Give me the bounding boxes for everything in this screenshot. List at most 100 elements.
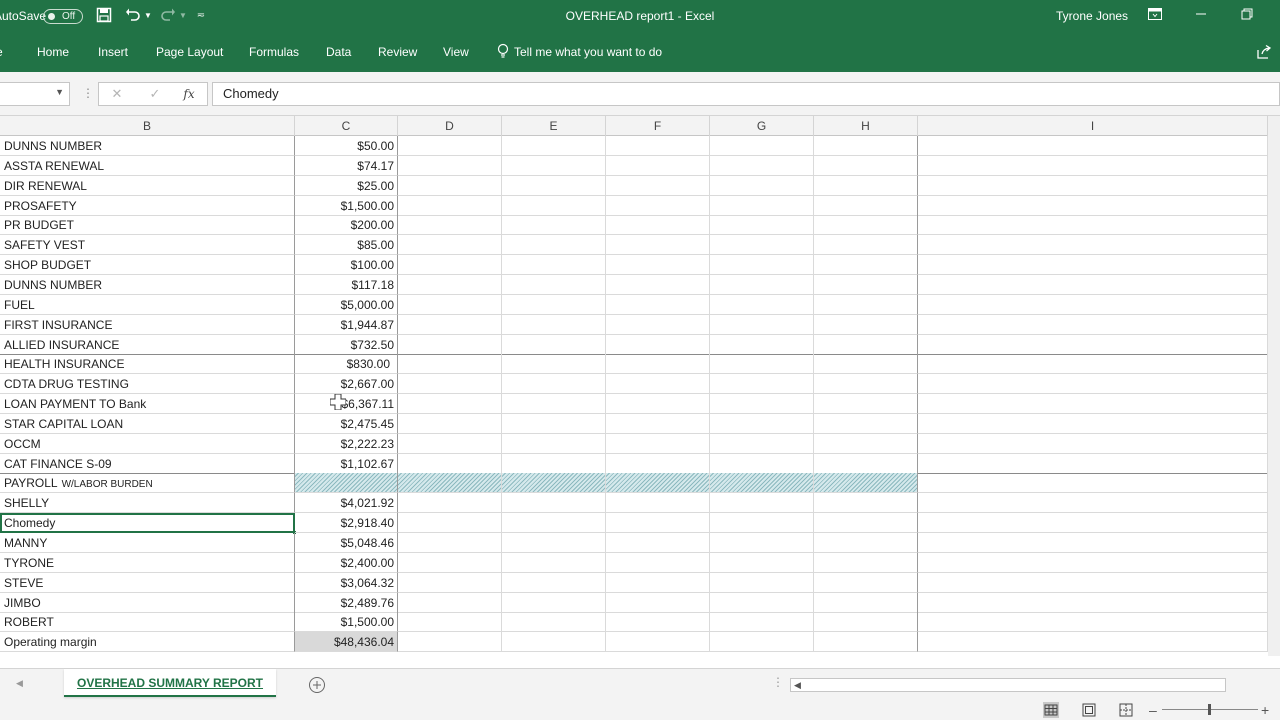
cell-empty[interactable] — [606, 294, 710, 315]
cell-empty[interactable] — [918, 394, 1268, 415]
cell-empty[interactable] — [502, 533, 606, 553]
cell-empty[interactable] — [606, 493, 710, 514]
user-name[interactable]: Tyrone Jones — [1056, 0, 1128, 32]
cell-empty[interactable] — [606, 473, 710, 494]
cell-label[interactable]: DIR RENEWAL — [0, 175, 295, 196]
cell-empty[interactable] — [814, 612, 918, 633]
cell-value[interactable]: $5,048.46 — [295, 533, 398, 553]
cell-empty[interactable] — [398, 572, 502, 593]
tab-insert[interactable]: Insert — [98, 42, 128, 62]
cell-empty[interactable] — [606, 175, 710, 196]
zoom-in-icon[interactable]: + — [1261, 700, 1269, 720]
cell-empty[interactable] — [814, 433, 918, 454]
cell-empty[interactable] — [814, 572, 918, 593]
cell-value[interactable]: $1,500.00 — [295, 612, 398, 633]
cell-value[interactable]: $1,500.00 — [295, 195, 398, 216]
cell-empty[interactable] — [502, 493, 606, 514]
cell-value[interactable]: $2,400.00 — [295, 552, 398, 573]
cell-label[interactable]: SHELLY — [0, 493, 295, 514]
cell-label[interactable]: DUNNS NUMBER — [0, 274, 295, 295]
cell-empty[interactable] — [502, 632, 606, 653]
sheet-tab-overhead-summary[interactable]: OVERHEAD SUMMARY REPORT — [64, 669, 276, 697]
cell-empty[interactable] — [398, 394, 502, 415]
cell-label[interactable]: PAYROLL W/LABOR BURDEN — [0, 473, 295, 494]
column-header-e[interactable]: E — [502, 116, 606, 136]
cell-empty[interactable] — [398, 552, 502, 573]
cell-value[interactable]: $25.00 — [295, 175, 398, 196]
enter-check-icon[interactable]: ✓ — [145, 86, 165, 102]
cell-empty[interactable] — [710, 314, 814, 335]
cell-empty[interactable] — [606, 334, 710, 355]
horizontal-scrollbar[interactable]: ◀ — [790, 678, 1226, 692]
restore-icon[interactable] — [1224, 0, 1270, 32]
cell-empty[interactable] — [606, 572, 710, 593]
page-break-preview-icon[interactable] — [1118, 702, 1134, 718]
cell-empty[interactable] — [502, 215, 606, 236]
cell-empty[interactable] — [606, 394, 710, 415]
cell-empty[interactable] — [918, 453, 1268, 474]
cell-label[interactable]: ALLIED INSURANCE — [0, 334, 295, 355]
page-layout-view-icon[interactable] — [1081, 702, 1097, 718]
cell-empty[interactable] — [918, 294, 1268, 315]
cell-empty[interactable] — [918, 533, 1268, 553]
cell-empty[interactable] — [502, 394, 606, 415]
cell-empty[interactable] — [398, 592, 502, 613]
cell-empty[interactable] — [710, 394, 814, 415]
cell-value[interactable]: $2,667.00 — [295, 374, 398, 395]
cell-empty[interactable] — [814, 274, 918, 295]
cell-empty[interactable] — [814, 394, 918, 415]
cell-value[interactable]: $732.50 — [295, 334, 398, 355]
cell-empty[interactable] — [606, 533, 710, 553]
cell-empty[interactable] — [398, 274, 502, 295]
cell-label[interactable]: DUNNS NUMBER — [0, 136, 295, 156]
cell-empty[interactable] — [710, 632, 814, 653]
cell-label[interactable]: CAT FINANCE S-09 — [0, 453, 295, 474]
cell-empty[interactable] — [710, 235, 814, 256]
cell-empty[interactable] — [398, 314, 502, 335]
cell-empty[interactable] — [710, 413, 814, 434]
cell-empty[interactable] — [606, 513, 710, 534]
cell-label[interactable]: HEALTH INSURANCE — [0, 354, 295, 375]
sheet-scroll-left-icon[interactable]: ◀ — [16, 678, 23, 689]
tab-home[interactable]: Home — [37, 42, 69, 62]
cell-empty[interactable] — [398, 433, 502, 454]
cell-empty[interactable] — [918, 592, 1268, 613]
column-header-i[interactable]: I — [918, 116, 1268, 136]
cell-empty[interactable] — [502, 314, 606, 335]
column-header-h[interactable]: H — [814, 116, 918, 136]
cell-value[interactable]: $2,918.40 — [295, 513, 398, 534]
cell-empty[interactable] — [710, 354, 814, 375]
cell-empty[interactable] — [918, 255, 1268, 276]
cell-value[interactable]: $1,944.87 — [295, 314, 398, 335]
cell-empty[interactable] — [918, 632, 1268, 653]
cell-empty[interactable] — [710, 552, 814, 573]
cell-empty[interactable] — [814, 314, 918, 335]
cell-value[interactable]: $2,489.76 — [295, 592, 398, 613]
zoom-slider-thumb[interactable] — [1208, 704, 1211, 715]
zoom-out-icon[interactable]: – — [1149, 700, 1157, 720]
cell-empty[interactable] — [398, 493, 502, 514]
cell-empty[interactable] — [398, 632, 502, 653]
cell-value[interactable]: $2,475.45 — [295, 413, 398, 434]
cell-label[interactable]: CDTA DRUG TESTING — [0, 374, 295, 395]
tab-formulas[interactable]: Formulas — [249, 42, 299, 62]
cell-empty[interactable] — [710, 255, 814, 276]
cancel-icon[interactable]: ✕ — [107, 86, 127, 102]
cell-label[interactable]: PROSAFETY — [0, 195, 295, 216]
cell-empty[interactable] — [398, 473, 502, 494]
cell-empty[interactable] — [710, 294, 814, 315]
cell-empty[interactable] — [918, 314, 1268, 335]
cell-empty[interactable] — [814, 215, 918, 236]
cell-empty[interactable] — [502, 513, 606, 534]
cell-empty[interactable] — [398, 294, 502, 315]
cell-value[interactable]: $117.18 — [295, 274, 398, 295]
cell-label[interactable]: SAFETY VEST — [0, 235, 295, 256]
cell-empty[interactable] — [918, 215, 1268, 236]
column-header-c[interactable]: C — [295, 116, 398, 136]
cell-empty[interactable] — [502, 155, 606, 176]
cell-empty[interactable] — [398, 374, 502, 395]
cell-empty[interactable] — [814, 493, 918, 514]
cell-empty[interactable] — [398, 612, 502, 633]
cell-empty[interactable] — [710, 215, 814, 236]
cell-value[interactable]: $200.00 — [295, 215, 398, 236]
